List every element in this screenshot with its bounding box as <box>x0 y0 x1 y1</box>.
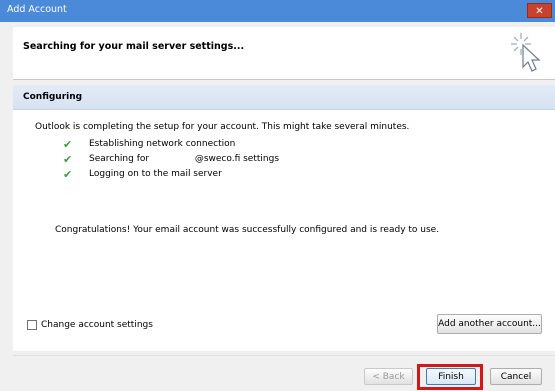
header-divider <box>13 79 555 80</box>
status-message: Outlook is completing the setup for your… <box>35 122 410 132</box>
back-button[interactable]: < Back <box>364 368 413 385</box>
close-button[interactable]: ✕ <box>527 3 552 18</box>
finish-button[interactable]: Finish <box>426 368 476 385</box>
change-settings-label[interactable]: Change account settings <box>41 320 153 330</box>
footer-divider <box>13 355 555 356</box>
cancel-button[interactable]: Cancel <box>490 368 542 385</box>
checkmark-icon: ✔ <box>63 168 73 181</box>
page-heading: Searching for your mail server settings.… <box>23 41 245 52</box>
content-panel: Configuring Outlook is completing the se… <box>13 85 555 351</box>
dialog-header: Searching for your mail server settings.… <box>13 27 555 79</box>
loading-cursor-icon <box>511 33 541 72</box>
checkmark-icon: ✔ <box>63 153 73 166</box>
add-account-dialog: Add Account ✕ Searching for your mail se… <box>0 0 555 391</box>
change-settings-checkbox[interactable] <box>27 320 37 330</box>
success-message: Congratulations! Your email account was … <box>55 225 440 235</box>
step-label: Searching for @sweco.fi settings <box>89 154 280 164</box>
window-title: Add Account <box>7 4 67 15</box>
title-bar: Add Account ✕ <box>0 0 555 22</box>
section-header: Configuring <box>13 85 555 110</box>
checkmark-icon: ✔ <box>63 138 73 151</box>
section-title: Configuring <box>23 92 83 102</box>
step-label: Logging on to the mail server <box>89 169 222 179</box>
add-another-account-button[interactable]: Add another account... <box>437 314 542 334</box>
step-label: Establishing network connection <box>89 139 236 149</box>
